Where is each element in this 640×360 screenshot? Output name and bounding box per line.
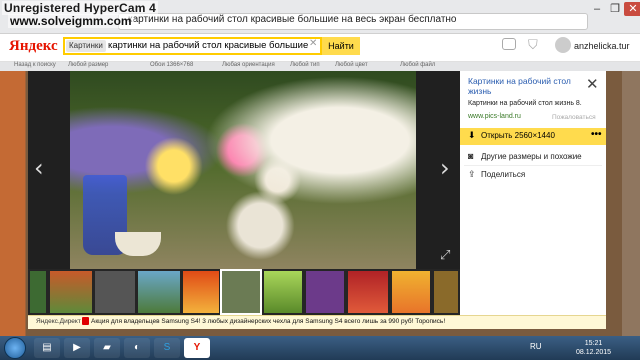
clock[interactable]: 15:21 08.12.2015 <box>576 339 611 357</box>
filter-size[interactable]: Любой размер <box>68 62 108 68</box>
shield-icon[interactable]: ⛉ <box>528 37 538 53</box>
clear-search-icon[interactable]: ✕ <box>309 38 317 49</box>
yandex-logo[interactable]: Яндекс <box>9 38 58 55</box>
thumbnail[interactable] <box>348 271 388 313</box>
start-button[interactable] <box>4 337 26 359</box>
clock-time: 15:21 <box>584 340 603 347</box>
filter-type[interactable]: Любой тип <box>290 62 320 68</box>
ad-label[interactable]: Яндекс.Директ <box>36 318 81 325</box>
thumbnail[interactable] <box>392 271 430 313</box>
filter-color[interactable]: Любой цвет <box>335 62 368 68</box>
thumbnail[interactable] <box>138 271 180 313</box>
thumbnail[interactable] <box>30 271 46 313</box>
more-options-icon[interactable]: ••• <box>591 129 602 140</box>
tab-title: картинки на рабочий стол красивые больши… <box>128 14 457 25</box>
warning-icon <box>82 317 89 325</box>
minimize-icon[interactable]: – <box>588 2 606 16</box>
source-url-link[interactable]: www.pics-land.ru <box>468 113 521 120</box>
explorer-icon[interactable]: ▤ <box>34 338 60 358</box>
camera-icon[interactable] <box>502 38 516 50</box>
share-link[interactable]: Поделиться <box>481 170 525 179</box>
close-icon[interactable]: ✕ <box>624 2 640 16</box>
skype-icon[interactable]: S <box>154 338 180 358</box>
image-info-panel <box>460 71 606 316</box>
media-icon[interactable]: ▶ <box>64 338 90 358</box>
expand-icon[interactable]: ⤢ <box>440 247 450 263</box>
yandex-browser-icon[interactable]: Y <box>184 338 210 358</box>
search-service-chip[interactable]: Картинки <box>66 40 106 52</box>
find-button[interactable]: Найти <box>322 37 360 55</box>
download-icon: ⬇ <box>468 130 476 140</box>
recorder-watermark: Unregistered HyperCam 4 <box>2 1 158 15</box>
user-name[interactable]: anzhelicka.tur <box>574 41 630 51</box>
filter-file[interactable]: Любой файл <box>400 62 435 68</box>
filter-orientation[interactable]: Любая ориентация <box>222 62 275 68</box>
chevron-right-icon[interactable]: › <box>440 154 450 182</box>
thumbnail[interactable] <box>50 271 92 313</box>
thumbnail[interactable] <box>264 271 302 313</box>
share-icon: ⇪ <box>468 169 476 179</box>
panel-title-link[interactable]: Картинки на рабочий стол жизнь <box>468 76 580 96</box>
complain-link[interactable]: Пожаловаться <box>552 114 596 121</box>
filter-back[interactable]: Назад к поиску <box>14 62 56 68</box>
other-sizes-link[interactable]: Другие размеры и похожие <box>481 152 582 161</box>
avatar[interactable] <box>555 37 571 53</box>
filter-wallpaper[interactable]: Обои 1366×768 <box>150 62 193 68</box>
open-image-label[interactable]: Открыть 2560×1440 <box>481 131 555 140</box>
panel-close-icon[interactable]: ✕ <box>586 75 599 93</box>
clock-date: 08.12.2015 <box>576 349 612 356</box>
app-icon[interactable]: ◐ <box>124 338 150 358</box>
thumbnail[interactable] <box>183 271 219 313</box>
thumbnail[interactable] <box>434 271 458 313</box>
language-indicator[interactable]: RU <box>530 342 542 351</box>
ad-text[interactable]: Акция для владельцев Samsung S4! 3 любых… <box>91 318 445 325</box>
divider <box>464 165 602 166</box>
scrollbar[interactable] <box>622 71 640 336</box>
thumbnail[interactable] <box>95 271 135 313</box>
camera-icon: ◙ <box>468 151 474 161</box>
search-input[interactable]: картинки на рабочий стол красивые больши… <box>108 40 311 52</box>
panel-subtitle: Картинки на рабочий стол жизнь 8. <box>468 100 582 107</box>
folder-icon[interactable]: ▰ <box>94 338 120 358</box>
thumbnail[interactable] <box>306 271 344 313</box>
chevron-left-icon[interactable]: ‹ <box>34 154 44 182</box>
thumbnail-selected[interactable] <box>220 269 262 315</box>
recorder-site: www.solveigmm.com <box>8 14 134 28</box>
restore-icon[interactable]: ❐ <box>606 2 624 16</box>
